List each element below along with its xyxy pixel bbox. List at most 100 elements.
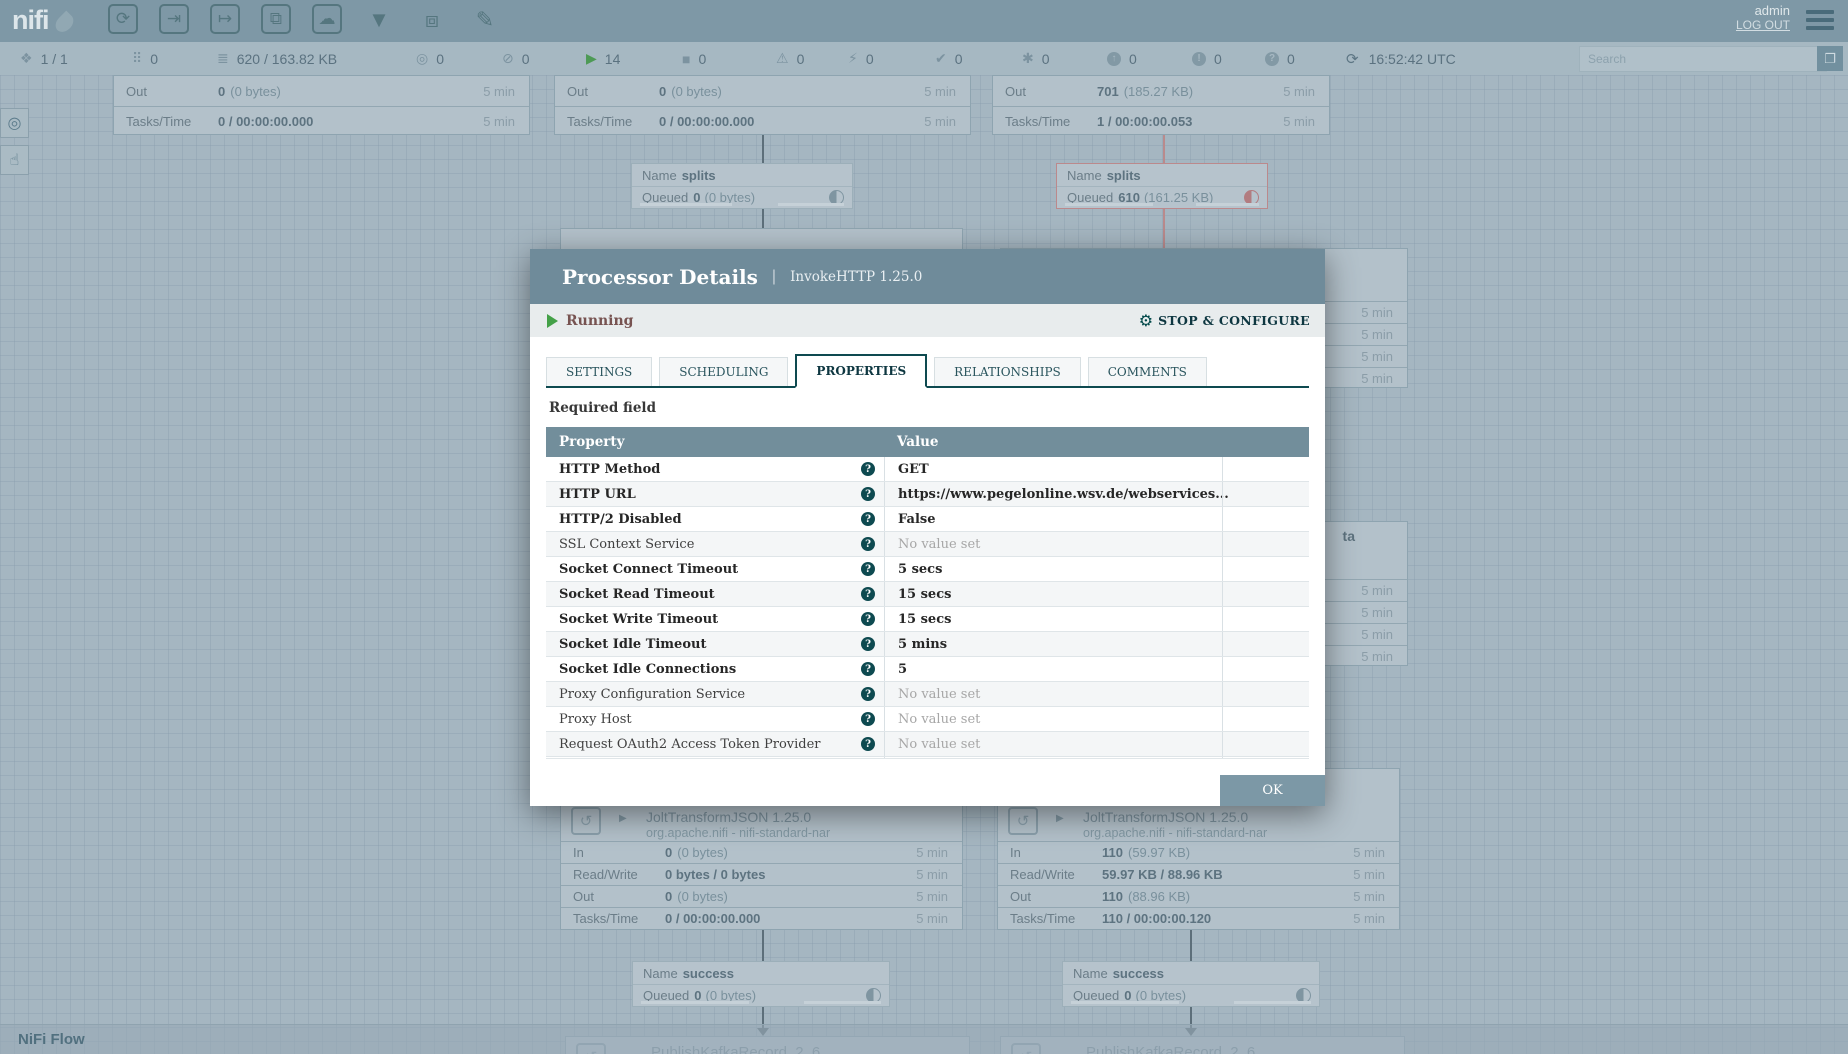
remote-process-group-tool-icon[interactable]: ☁ [312,4,342,34]
help-icon[interactable]: ? [861,537,875,551]
stat-value-detail: (185.27 KB) [1124,84,1193,99]
stat-row: Tasks/Time110 / 00:00:00.1205 min [998,907,1399,929]
operate-palette-button[interactable]: ☝ [0,145,29,175]
stat-value: 110 [1102,889,1123,904]
property-value-cell: 15 secs [884,582,1222,606]
help-icon[interactable]: ? [861,487,875,501]
tab-comments[interactable]: COMMENTS [1088,357,1207,386]
queue-bar [804,1001,881,1004]
processor-tool-icon[interactable]: ⟳ [108,4,138,34]
status-metric-sync-failure: ?0 [1265,42,1295,75]
search-filter-button[interactable]: ❐ [1817,46,1843,71]
processor-stats-box[interactable]: Out701(185.27 KB)5 minTasks/Time1 / 00:0… [992,75,1330,135]
connection-label[interactable]: NamesplitsQueued0(0 bytes) [631,163,853,209]
invalid-count: 0 [797,51,805,67]
tab-relationships[interactable]: RELATIONSHIPS [934,357,1081,386]
required-field-note: Required field [549,400,656,416]
up-to-date-count: 0 [955,51,963,67]
gear-icon: ⚙ [1139,311,1153,331]
stat-window: 5 min [916,845,948,860]
property-row[interactable]: HTTP URL?https://www.pegelonline.wsv.de/… [546,482,1309,507]
help-icon[interactable]: ? [861,587,875,601]
navigate-palette-button[interactable]: ◎ [0,108,29,138]
stat-row-holder: Tasks/Time0 / 00:00:00.0005 min [561,907,962,929]
value-column-header: Value [884,434,1222,450]
running-status-label: Running [566,313,633,329]
help-icon[interactable]: ? [861,637,875,651]
breadcrumb-bar: NiFi Flow [0,1024,1848,1054]
funnel-tool-icon[interactable]: ▼ [363,4,395,36]
nifi-logo: nifi [12,5,72,36]
property-row[interactable]: HTTP/2 Disabled?False [546,507,1309,532]
dialog-title-separator: | [772,268,776,286]
search-input[interactable] [1579,46,1827,72]
global-menu-icon[interactable] [1806,10,1834,34]
ok-button[interactable]: OK [1220,775,1325,806]
property-name-cell: Proxy Configuration Service? [546,682,884,706]
stat-value-detail: (0 bytes) [230,84,281,99]
property-value-cell: 5 secs [884,557,1222,581]
property-row[interactable]: Socket Read Timeout?15 secs [546,582,1309,607]
stat-value-detail: (88.96 KB) [1128,889,1190,904]
processor-stats-box[interactable]: Out0(0 bytes)5 minTasks/Time0 / 00:00:00… [554,75,971,135]
connection-label[interactable]: NamesplitsQueued610(161.25 KB) [1056,163,1268,209]
property-row[interactable]: Proxy Host?No value set [546,707,1309,732]
stat-row: Out0(0 bytes)5 min [561,885,962,907]
property-extra-cell [1222,482,1309,506]
help-icon[interactable]: ? [861,662,875,676]
property-value-cell: No value set [884,732,1222,756]
stat-row: Tasks/Time1 / 00:00:00.0535 min [993,106,1329,135]
property-value-cell: https://www.pegelonline.wsv.de/webservic… [884,482,1222,506]
stat-row: Read/Write0 bytes / 0 bytes5 min [561,863,962,885]
connection-label[interactable]: NamesuccessQueued0(0 bytes) [1062,961,1320,1007]
tab-scheduling[interactable]: SCHEDULING [659,357,788,386]
dialog-title: Processor Details [562,265,758,289]
stat-value: 0 / 00:00:00.000 [665,911,760,926]
running-status-icon [547,314,558,328]
property-row[interactable]: Socket Write Timeout?15 secs [546,607,1309,632]
dialog-header: Processor Details | InvokeHTTP 1.25.0 [530,249,1325,304]
property-row[interactable]: Request OAuth2 Access Token Provider?No … [546,732,1309,757]
stop-and-configure-button[interactable]: ⚙ STOP & CONFIGURE [1139,311,1310,331]
refresh-icon[interactable]: ⟳ [1346,50,1359,68]
property-row[interactable]: Socket Idle Connections?5 [546,657,1309,682]
tab-settings[interactable]: SETTINGS [546,357,652,386]
help-icon[interactable]: ? [861,612,875,626]
help-icon[interactable]: ? [861,562,875,576]
property-value-cell: False [884,507,1222,531]
top-toolbar: nifi ⟳⇥↦⧉☁▼⧈✎ admin LOG OUT [0,0,1848,42]
stale-icon: ↑ [1107,52,1121,66]
property-row[interactable]: Proxy Configuration Service?No value set [546,682,1309,707]
help-icon[interactable]: ? [861,462,875,476]
stat-label: In [1010,845,1102,860]
property-row[interactable]: Request Username?No value set [546,757,1309,759]
help-icon[interactable]: ? [861,712,875,726]
property-row[interactable]: HTTP Method?GET [546,457,1309,482]
property-value-cell: No value set [884,532,1222,556]
breadcrumb[interactable]: NiFi Flow [18,1031,85,1048]
input-port-tool-icon[interactable]: ⇥ [159,4,189,34]
processor-stats-box[interactable]: Out0(0 bytes)5 minTasks/Time0 / 00:00:00… [113,75,530,135]
help-icon[interactable]: ? [861,512,875,526]
output-port-tool-icon[interactable]: ↦ [210,4,240,34]
label-tool-icon[interactable]: ✎ [469,4,501,36]
help-icon[interactable]: ? [861,687,875,701]
template-tool-icon[interactable]: ⧈ [416,4,448,36]
logout-link[interactable]: LOG OUT [1736,18,1790,32]
property-row[interactable]: Socket Idle Timeout?5 mins [546,632,1309,657]
stat-label: Tasks/Time [567,114,659,129]
help-icon[interactable]: ? [861,737,875,751]
stat-value: 0 / 00:00:00.000 [218,114,313,129]
queue-bar [1071,1001,1179,1004]
status-metric-not-transmitting: ⊘0 [502,42,530,75]
connection-line [762,209,764,228]
property-row[interactable]: SSL Context Service?No value set [546,532,1309,557]
process-group-tool-icon[interactable]: ⧉ [261,4,291,34]
sync-failure-icon: ? [1265,52,1279,66]
property-row[interactable]: Socket Connect Timeout?5 secs [546,557,1309,582]
tab-properties[interactable]: PROPERTIES [795,354,927,388]
stat-value-detail: (0 bytes) [677,889,728,904]
nifi-droplet-icon [52,10,77,35]
transmitting-icon: ◎ [416,50,428,67]
connection-label[interactable]: NamesuccessQueued0(0 bytes) [632,961,890,1007]
